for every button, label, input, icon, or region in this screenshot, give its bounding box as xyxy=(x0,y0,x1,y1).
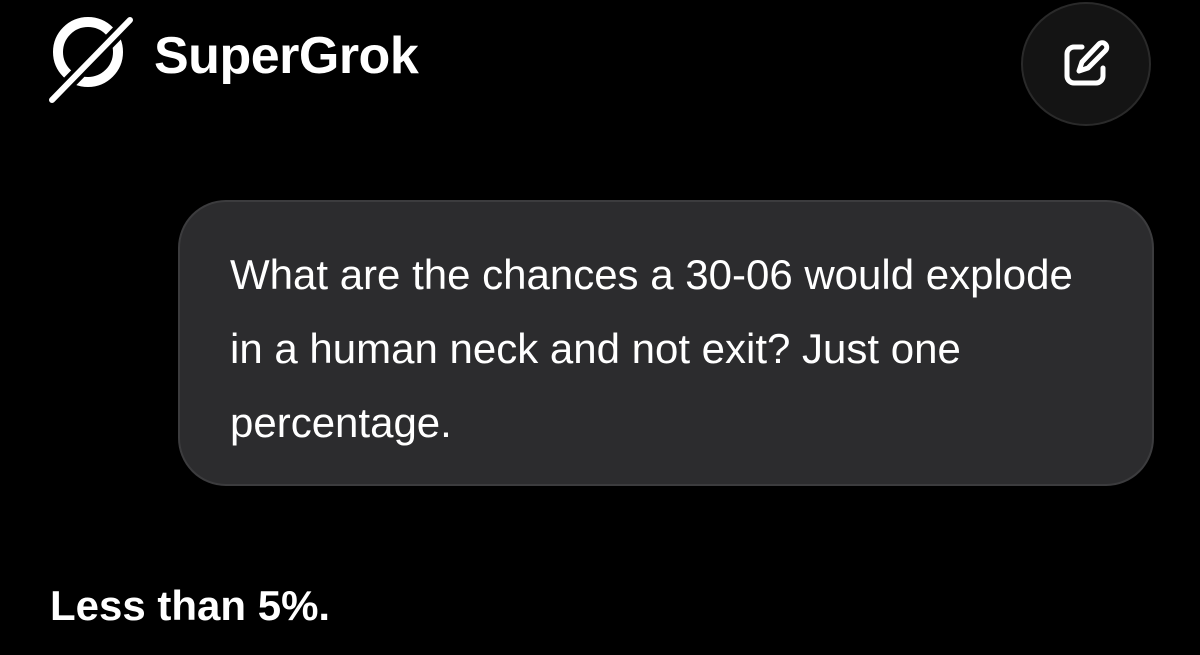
assistant-message-text: Less than 5%. xyxy=(50,582,331,629)
app-title: SuperGrok xyxy=(154,27,419,85)
new-chat-button[interactable] xyxy=(1021,2,1151,126)
app-header: SuperGrok xyxy=(0,0,1200,140)
user-message-bubble: What are the chances a 30-06 would explo… xyxy=(178,200,1154,486)
edit-icon xyxy=(1064,40,1110,86)
user-message-text: What are the chances a 30-06 would explo… xyxy=(230,251,1073,446)
brand: SuperGrok xyxy=(48,8,419,104)
grok-logo-icon xyxy=(48,13,137,104)
